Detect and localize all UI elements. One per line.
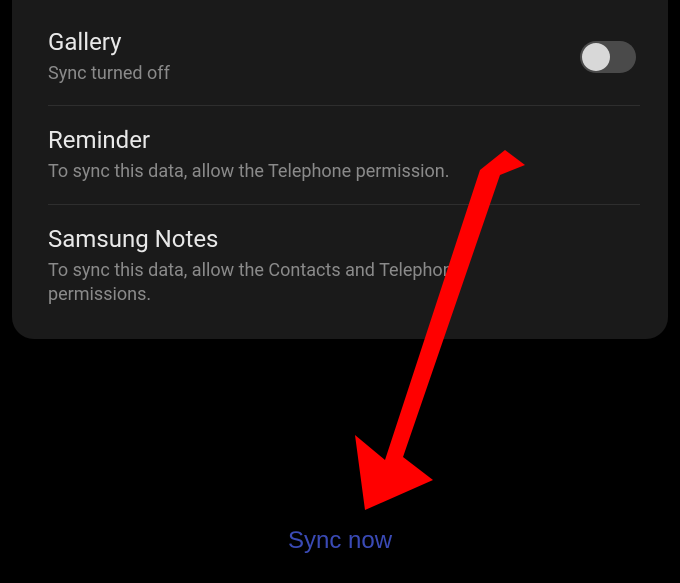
settings-panel: Gallery Sync turned off Reminder To sync… bbox=[12, 0, 668, 339]
item-title: Reminder bbox=[48, 126, 632, 154]
setting-item-reminder[interactable]: Reminder To sync this data, allow the Te… bbox=[12, 106, 668, 204]
gallery-sync-toggle[interactable] bbox=[580, 41, 636, 73]
setting-item-gallery[interactable]: Gallery Sync turned off bbox=[12, 8, 668, 106]
setting-item-samsung-notes[interactable]: Samsung Notes To sync this data, allow t… bbox=[12, 205, 668, 328]
item-subtitle: To sync this data, allow the Contacts an… bbox=[48, 259, 632, 308]
sync-now-button[interactable]: Sync now bbox=[288, 527, 392, 555]
item-subtitle: To sync this data, allow the Telephone p… bbox=[48, 160, 632, 184]
toggle-knob bbox=[582, 43, 610, 71]
item-title: Samsung Notes bbox=[48, 225, 632, 253]
item-subtitle: Sync turned off bbox=[48, 62, 632, 86]
item-title: Gallery bbox=[48, 28, 632, 56]
